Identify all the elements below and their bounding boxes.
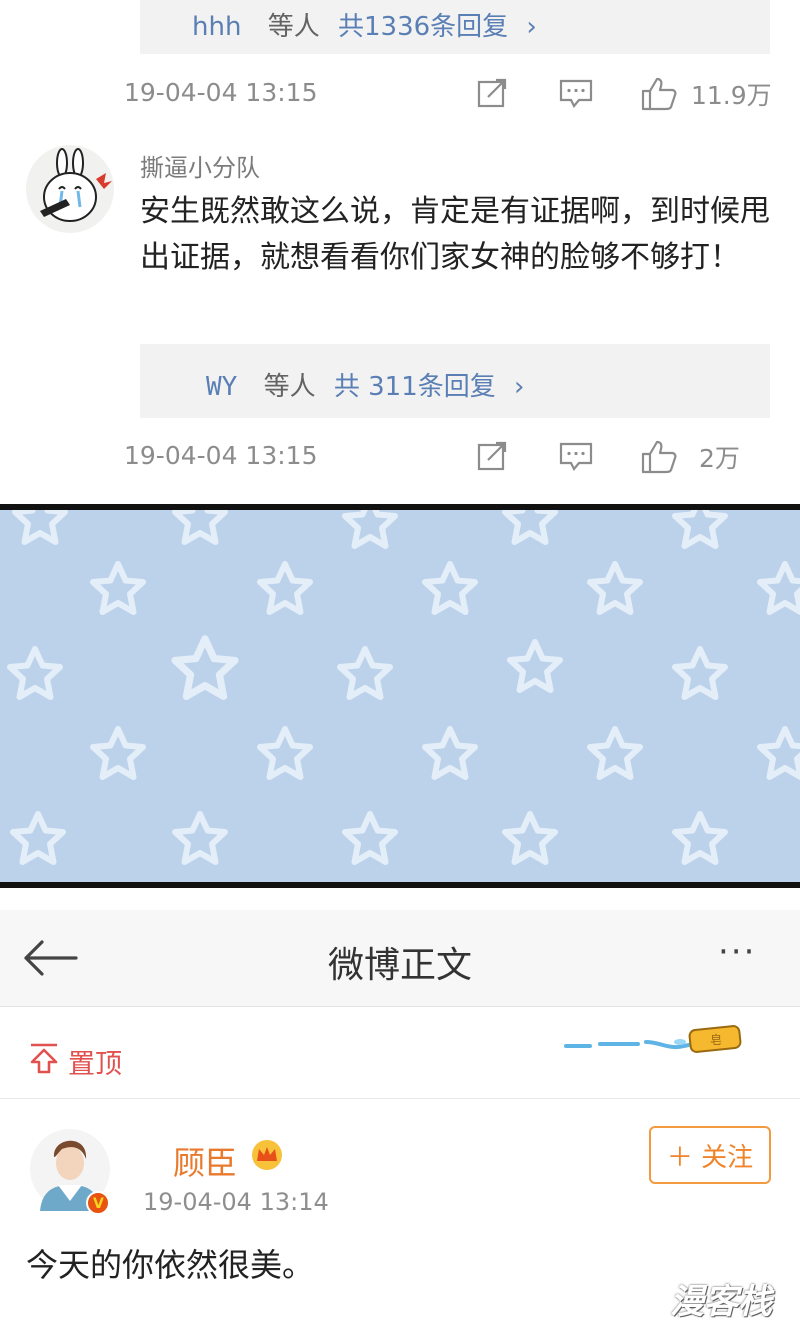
like-count: 11.9万 — [691, 81, 772, 110]
comment-timestamp: 19-04-04 13:15 — [124, 78, 318, 107]
repost-icon — [477, 441, 507, 471]
reply-count-link[interactable]: 共1336条回复 — [338, 12, 508, 42]
author-portrait-icon: V — [30, 1129, 110, 1215]
chevron-right-icon: › — [514, 372, 525, 402]
pin-arrow-icon — [30, 1043, 58, 1074]
like-button[interactable]: 11.9万 — [641, 76, 772, 112]
top-navigation-bar: 微博正文 ··· — [0, 910, 800, 1007]
reply-username: hhh — [192, 12, 242, 42]
reply-mid-text: 等人 — [263, 372, 316, 402]
more-dots-icon[interactable]: ··· — [718, 932, 756, 972]
pinned-row: 置顶 皂 — [0, 1018, 800, 1099]
comment-text: 安生既然敢这么说，肯定是有证据啊，到时候甩出证据，就想看看你们家女神的脸够不够打… — [140, 194, 770, 275]
reply-username: WY — [206, 372, 238, 402]
repost-button[interactable] — [477, 441, 509, 471]
follow-button[interactable]: ＋ 关注 — [649, 1126, 771, 1184]
repost-icon — [477, 78, 507, 108]
star-pattern-panel — [0, 504, 800, 888]
repost-button[interactable] — [477, 78, 509, 108]
page-title: 微博正文 — [327, 945, 472, 986]
post-timestamp: 19-04-04 13:14 — [143, 1188, 329, 1216]
thumbs-up-icon — [641, 440, 677, 474]
comment-icon — [559, 79, 593, 108]
like-count: 2万 — [699, 444, 740, 473]
comment-button[interactable] — [559, 441, 593, 471]
like-button[interactable]: 2万 — [641, 439, 740, 475]
comment-icon — [559, 442, 593, 471]
avatar[interactable] — [26, 145, 114, 233]
chevron-right-icon: › — [526, 12, 537, 42]
star-pattern-icon — [0, 510, 800, 882]
author-avatar[interactable]: V — [28, 1127, 116, 1215]
thumbs-up-icon — [641, 77, 677, 111]
crown-icon — [252, 1140, 282, 1170]
comment-timestamp: 19-04-04 13:15 — [124, 441, 318, 470]
verified-badge: V — [93, 1196, 104, 1212]
reply-count-link[interactable]: 共 311条回复 — [334, 372, 496, 402]
watermark-logo: 漫客栈 — [670, 1282, 772, 1322]
reply-mid-text: 等人 — [267, 12, 320, 42]
author-name[interactable]: 顾臣 — [173, 1138, 237, 1184]
soap-label: 皂 — [710, 1033, 722, 1047]
reply-summary-box[interactable]: WY 等人 共 311条回复 › — [140, 344, 770, 418]
pinned-label: 置顶 — [68, 1049, 122, 1080]
reply-summary-box[interactable]: hhh 等人 共1336条回复 › — [140, 0, 770, 54]
bunny-avatar-icon — [40, 148, 112, 222]
commenter-name[interactable]: 撕逼小分队 — [140, 148, 260, 183]
comment-button[interactable] — [559, 78, 593, 108]
soap-decoration-icon: 皂 — [564, 1025, 742, 1053]
post-text: 今天的你依然很美。 — [26, 1246, 315, 1284]
